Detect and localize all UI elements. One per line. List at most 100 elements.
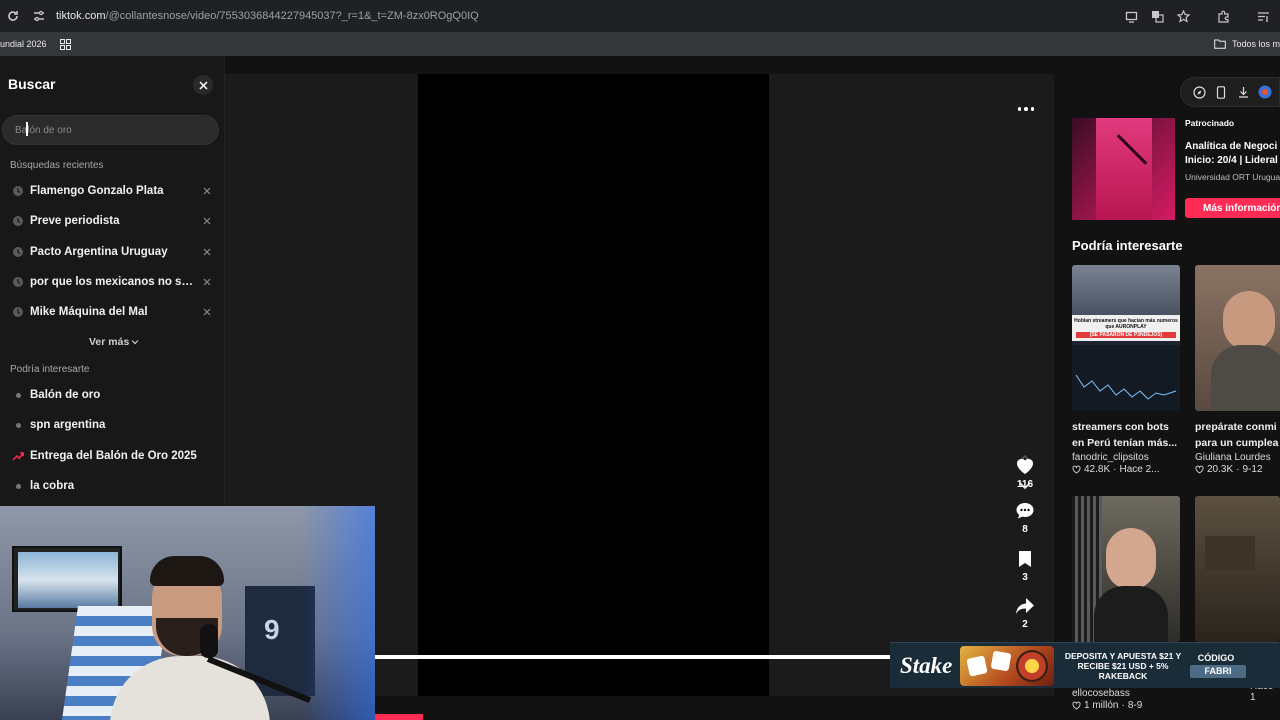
save-button[interactable]: 3 — [1005, 548, 1045, 583]
video-thumbnail[interactable] — [1072, 496, 1180, 642]
save-count: 3 — [1022, 572, 1028, 583]
profile-avatar-icon[interactable] — [1257, 84, 1273, 100]
floating-tools-bar — [1180, 77, 1280, 107]
extensions-icon[interactable] — [1212, 5, 1234, 27]
recent-search-item[interactable]: por que los mexicanos no sa... — [0, 267, 225, 297]
suggestion-item[interactable]: la cobra — [0, 471, 225, 501]
all-bookmarks[interactable]: Todos los m — [1214, 32, 1280, 56]
apps-grid-icon[interactable] — [59, 37, 73, 51]
address-bar[interactable]: tiktok.com/@collantesnose/video/75530368… — [56, 10, 479, 22]
bookmark-star-icon[interactable] — [1172, 5, 1194, 27]
video-progress-bar[interactable] — [375, 655, 890, 659]
recent-search-item[interactable]: Preve periodista — [0, 206, 225, 236]
thumbnail-image — [1205, 536, 1255, 570]
webcam-neon-light — [300, 506, 375, 720]
search-input[interactable] — [2, 115, 219, 145]
site-info-icon[interactable] — [30, 7, 48, 25]
bullet-icon — [16, 392, 21, 398]
suggestion-item[interactable]: Entrega del Balón de Oro 2025 — [0, 441, 225, 471]
video-likes: 42.8K — [1084, 464, 1111, 475]
video-author[interactable]: fanodric_clipsitos — [1072, 452, 1180, 463]
ad-image — [1096, 118, 1152, 220]
microphone-icon — [200, 624, 218, 658]
thumbnail-caption-text: Hoblan streamers que hacian más numeros … — [1074, 318, 1178, 330]
video-thumbnail[interactable] — [1195, 265, 1280, 411]
video-author[interactable]: Giuliana Lourdes — [1195, 452, 1280, 463]
video-likes: 1 millón — [1084, 700, 1119, 711]
recommended-video-card[interactable]: Hoblan streamers que hacian más numeros … — [1072, 265, 1180, 475]
suggestion-item[interactable]: Balón de oro — [0, 380, 225, 410]
see-more-button[interactable]: Ver más — [89, 336, 139, 348]
close-search-button[interactable] — [193, 75, 213, 95]
recent-searches-list: Flamengo Gonzalo Plata Preve periodista … — [0, 176, 225, 327]
stake-code-label: CÓDIGO — [1197, 653, 1235, 663]
stake-code: FABRI — [1190, 665, 1246, 678]
compass-icon[interactable] — [1191, 84, 1207, 100]
download-icon[interactable] — [1235, 84, 1251, 100]
phone-icon[interactable] — [1213, 84, 1229, 100]
translate-icon[interactable] — [1146, 5, 1168, 27]
recent-search-label: por que los mexicanos no sa... — [30, 276, 196, 289]
ad-title-line: Analítica de Negoci — [1185, 141, 1278, 152]
streamer-hair — [150, 556, 224, 586]
recommended-video-card[interactable] — [1195, 496, 1280, 642]
suggestions-label: Podría interesarte — [10, 364, 90, 375]
close-icon — [198, 80, 208, 90]
more-options-icon[interactable] — [1015, 102, 1037, 116]
reading-list-icon[interactable] — [1252, 5, 1274, 27]
remove-icon[interactable] — [201, 306, 213, 318]
heart-outline-icon — [1195, 465, 1204, 474]
meta-separator: · — [1121, 700, 1125, 711]
recent-search-item[interactable]: Flamengo Gonzalo Plata — [0, 176, 225, 206]
jersey-number: 9 — [264, 614, 280, 645]
remove-icon[interactable] — [201, 246, 213, 258]
thumbnail-caption: Hoblan streamers que hacian más numeros … — [1072, 315, 1180, 341]
ad-title-line: Inicio: 20/4 | Lideral — [1185, 155, 1278, 166]
bookmarks-bar: undial 2026 Todos los m — [0, 32, 1280, 56]
url-path: /@collantesnose/video/755303684422794503… — [105, 10, 479, 22]
video-thumbnail[interactable] — [1195, 496, 1280, 642]
recommended-video-card[interactable]: prepárate conmi para un cumplea Giuliana… — [1195, 265, 1280, 475]
video-title: streamers con bots — [1072, 421, 1169, 433]
video-likes: 20.3K — [1207, 464, 1234, 475]
video-frame[interactable] — [418, 74, 769, 696]
stake-promo-text: DEPOSITA Y APUESTA $21 Y RECIBE $21 USD … — [1064, 651, 1182, 681]
sponsored-label: Patrocinado — [1185, 118, 1235, 128]
text-cursor-icon — [26, 122, 28, 136]
ad-cta-button[interactable]: Más información — [1185, 198, 1280, 218]
reload-icon[interactable] — [2, 5, 24, 27]
share-button[interactable]: 2 — [1005, 595, 1045, 630]
stake-logo: Stake — [900, 652, 953, 678]
thumbnail-caption-highlight: (SE PASARON DE P3NDEJOS) — [1076, 332, 1176, 338]
thumbnail-image — [1106, 528, 1156, 590]
bullet-icon — [16, 483, 21, 489]
suggestion-item[interactable]: spn argentina — [0, 410, 225, 440]
ad-title[interactable]: Analítica de Negoci Inicio: 20/4 | Lider… — [1185, 140, 1280, 168]
recent-search-item[interactable]: Pacto Argentina Uruguay — [0, 237, 225, 267]
video-title: para un cumplea — [1195, 437, 1279, 449]
video-thumbnail[interactable]: Hoblan streamers que hacian más numeros … — [1072, 265, 1180, 411]
clock-icon — [13, 246, 23, 257]
webcam-tv — [12, 546, 122, 612]
browser-toolbar: tiktok.com/@collantesnose/video/75530368… — [0, 0, 1280, 32]
video-title: prepárate conmi — [1195, 421, 1277, 433]
video-time: 9-12 — [1242, 464, 1263, 475]
suggestion-label: Balón de oro — [30, 389, 101, 402]
bookmark-item[interactable]: undial 2026 — [0, 39, 47, 49]
thumbnail-image — [1072, 265, 1180, 315]
heart-outline-icon — [1072, 701, 1081, 710]
ad-thumbnail[interactable] — [1072, 118, 1175, 220]
remove-icon[interactable] — [201, 215, 213, 227]
video-author[interactable]: ellocosebass — [1072, 688, 1180, 699]
cast-icon[interactable] — [1120, 5, 1142, 27]
all-bookmarks-label: Todos los m — [1231, 39, 1280, 49]
like-button[interactable]: 116 — [1005, 455, 1045, 490]
recent-search-item[interactable]: Mike Máquina del Mal — [0, 297, 225, 327]
remove-icon[interactable] — [201, 276, 213, 288]
heart-outline-icon — [1072, 465, 1081, 474]
screen: tiktok.com/@collantesnose/video/75530368… — [0, 0, 1280, 720]
comment-icon — [1016, 503, 1034, 519]
comment-button[interactable]: 8 — [1005, 500, 1045, 535]
remove-icon[interactable] — [201, 185, 213, 197]
see-more-label: Ver más — [89, 336, 130, 348]
